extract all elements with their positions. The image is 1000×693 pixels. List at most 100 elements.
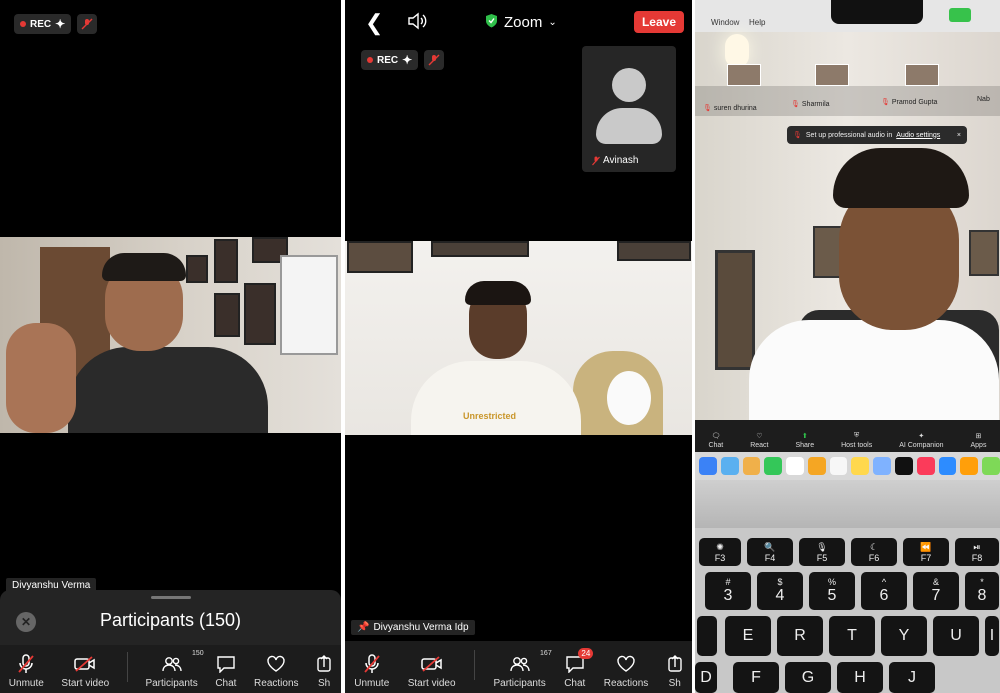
host-tools-button[interactable]: ⛨ Host tools bbox=[841, 432, 872, 449]
start-video-button[interactable]: Start video bbox=[61, 654, 109, 689]
chat-button[interactable]: Chat bbox=[215, 654, 236, 689]
key-symbol: ^ bbox=[881, 577, 887, 587]
key-8[interactable]: * 8 bbox=[965, 572, 999, 610]
speaker-video: Unrestricted bbox=[345, 241, 692, 435]
recording-status: REC ✦ bbox=[361, 50, 445, 70]
dock-app-icon[interactable] bbox=[960, 457, 979, 475]
key-d[interactable]: D bbox=[695, 662, 717, 693]
key-f4[interactable]: 🔍 F4 bbox=[747, 538, 793, 566]
share-button[interactable]: Sh bbox=[667, 654, 683, 689]
gallery-name-label: suren dhurina bbox=[713, 104, 757, 112]
share-button[interactable]: Sh bbox=[316, 654, 332, 689]
share-button[interactable]: ⬆ Share bbox=[795, 432, 814, 449]
key-digit: 6 bbox=[879, 587, 889, 604]
moon-icon: ☾ bbox=[869, 541, 879, 552]
start-video-label: Start video bbox=[61, 678, 110, 689]
menu-window[interactable]: Window bbox=[711, 18, 739, 27]
brightness-icon: ✺ bbox=[716, 541, 724, 552]
back-chevron-icon[interactable]: ❮ bbox=[365, 10, 383, 36]
unmute-button[interactable]: Unmute bbox=[354, 654, 389, 689]
key-5[interactable]: % 5 bbox=[809, 572, 855, 610]
mic-muted-icon bbox=[363, 654, 381, 674]
key-f5[interactable]: 🎙 F5 bbox=[799, 538, 845, 566]
chat-unread-badge: 24 bbox=[578, 648, 594, 659]
start-video-button[interactable]: Start video bbox=[408, 654, 456, 689]
unmute-label: Unmute bbox=[354, 678, 390, 689]
key-e[interactable]: E bbox=[725, 616, 771, 656]
chat-button[interactable]: 🗨 Chat bbox=[708, 432, 723, 449]
wall-frame bbox=[244, 283, 276, 345]
chat-button[interactable]: 24 Chat bbox=[564, 648, 594, 689]
speaker-icon[interactable] bbox=[407, 12, 429, 35]
dock-app-icon[interactable] bbox=[742, 457, 761, 475]
key-f3[interactable]: ✺ F3 bbox=[699, 538, 741, 566]
dock-app-icon[interactable] bbox=[699, 457, 717, 475]
key-g[interactable]: G bbox=[785, 662, 831, 693]
video-off-icon bbox=[420, 654, 443, 674]
key-letter: U bbox=[950, 627, 962, 644]
key-letter: J bbox=[908, 668, 916, 686]
dock-app-icon[interactable] bbox=[720, 457, 739, 475]
apps-button[interactable]: ⊞ Apps bbox=[971, 432, 987, 449]
leave-button[interactable]: Leave bbox=[633, 11, 684, 33]
ai-companion-button[interactable]: ✦ AI Companion bbox=[899, 432, 943, 449]
ai-sparkle-icon: ✦ bbox=[55, 17, 66, 31]
participants-button[interactable]: 167 Participants bbox=[493, 650, 551, 689]
chat-label: Chat bbox=[564, 678, 586, 689]
wall-frame bbox=[214, 293, 240, 337]
key-t[interactable]: T bbox=[829, 616, 875, 656]
key-f6[interactable]: ☾ F6 bbox=[851, 538, 897, 566]
key-f[interactable]: F bbox=[733, 662, 779, 693]
key-letter: G bbox=[801, 668, 815, 686]
zoom-desktop-toolbar: 🗨 Chat ♡ React ⬆ Share ⛨ Host tools ✦ AI Comp… bbox=[695, 420, 1000, 452]
key-label: F4 bbox=[764, 552, 776, 563]
react-button[interactable]: ♡ React bbox=[750, 432, 768, 449]
unmute-button[interactable]: Unmute bbox=[9, 654, 44, 689]
close-icon[interactable]: × bbox=[957, 132, 961, 139]
participants-icon bbox=[509, 654, 530, 674]
shirt-text: Unrestricted bbox=[463, 411, 517, 421]
key-6[interactable]: ^ 6 bbox=[861, 572, 907, 610]
key-digit: 5 bbox=[827, 587, 837, 604]
dock-app-icon[interactable] bbox=[851, 457, 870, 475]
dock-app-icon[interactable] bbox=[873, 457, 892, 475]
dock-app-icon[interactable] bbox=[895, 457, 913, 475]
dock-app-icon[interactable] bbox=[786, 457, 804, 475]
dock-app-icon[interactable] bbox=[807, 457, 826, 475]
wall-frame bbox=[715, 250, 755, 370]
dock-app-icon[interactable] bbox=[916, 457, 935, 475]
meeting-title-dropdown[interactable]: Zoom ⌄ bbox=[485, 13, 557, 32]
audio-settings-link[interactable]: Audio settings bbox=[896, 132, 940, 139]
person-hair bbox=[465, 281, 531, 305]
sheet-drag-handle[interactable] bbox=[150, 596, 191, 599]
key-y[interactable]: Y bbox=[881, 616, 927, 656]
dock-app-icon[interactable] bbox=[829, 457, 848, 475]
mic-muted-icon bbox=[17, 654, 35, 674]
dock-app-icon[interactable] bbox=[764, 457, 783, 475]
avatar-placeholder-icon bbox=[612, 68, 646, 102]
rec-dot-icon bbox=[367, 57, 373, 63]
key-letter: Y bbox=[898, 627, 910, 644]
key-w[interactable] bbox=[697, 616, 717, 656]
wall-frame bbox=[617, 241, 691, 261]
key-3[interactable]: #3 bbox=[705, 572, 751, 610]
key-f7[interactable]: ⏪ F7 bbox=[903, 538, 949, 566]
reactions-button[interactable]: Reactions bbox=[254, 654, 299, 689]
key-i[interactable]: I bbox=[985, 616, 999, 656]
key-4[interactable]: $4 bbox=[757, 572, 803, 610]
key-h[interactable]: H bbox=[837, 662, 883, 693]
meeting-toolbar: Unmute Start video 150 Participants Chat… bbox=[0, 645, 341, 693]
key-7[interactable]: & 7 bbox=[913, 572, 959, 610]
rewind-icon: ⏪ bbox=[920, 541, 932, 552]
dock-app-icon[interactable] bbox=[938, 457, 957, 475]
key-r[interactable]: R bbox=[777, 616, 823, 656]
key-u[interactable]: U bbox=[933, 616, 979, 656]
participant-tile-avinash[interactable]: Avinash bbox=[582, 46, 676, 172]
dock-app-icon[interactable] bbox=[982, 457, 1000, 475]
mac-dock bbox=[695, 452, 1000, 480]
menu-help[interactable]: Help bbox=[749, 18, 765, 27]
participants-button[interactable]: 150 Participants bbox=[145, 650, 203, 689]
key-f8[interactable]: ⏯ F8 bbox=[955, 538, 999, 566]
key-j[interactable]: J bbox=[889, 662, 935, 693]
reactions-button[interactable]: Reactions bbox=[604, 654, 648, 689]
